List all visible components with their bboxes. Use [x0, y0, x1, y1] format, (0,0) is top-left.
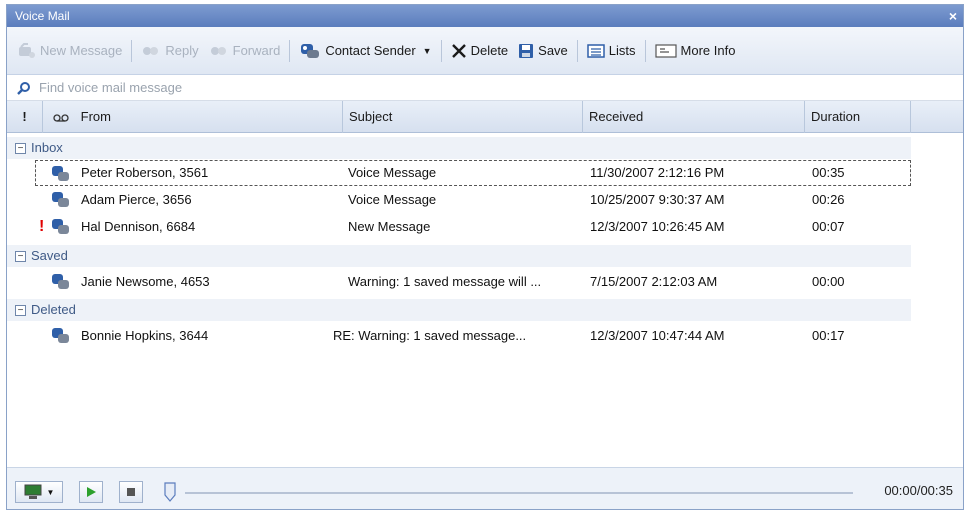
collapse-icon[interactable]: −: [15, 142, 26, 154]
table-row[interactable]: Bonnie Hopkins, 3644 RE: Warning: 1 save…: [7, 323, 911, 349]
from-cell: Peter Roberson, 3561: [81, 165, 209, 180]
subject-cell: New Message: [348, 219, 431, 234]
forward-icon: [210, 46, 226, 55]
contact-sender-button[interactable]: Contact Sender ▼: [294, 38, 436, 64]
playback-progress-track: [185, 492, 853, 494]
search-input[interactable]: [39, 80, 439, 95]
play-icon: [87, 487, 96, 497]
lists-button[interactable]: Lists: [582, 38, 641, 64]
collapse-icon[interactable]: −: [15, 304, 26, 316]
group-label: Deleted: [31, 302, 76, 317]
new-message-label: New Message: [40, 43, 123, 58]
search-icon: [17, 81, 30, 95]
received-cell: 12/3/2007 10:26:45 AM: [590, 219, 725, 234]
save-label: Save: [538, 43, 568, 58]
subject-cell: Voice Message: [348, 192, 437, 207]
delete-icon: [451, 43, 466, 58]
playback-bar: ▼ 00:00/00:35: [7, 467, 963, 509]
new-message-button[interactable]: New Message: [13, 38, 127, 64]
duration-cell: 00:35: [812, 165, 845, 180]
toolbar-separator: [289, 39, 291, 62]
save-icon: [519, 43, 534, 58]
computer-icon: [24, 484, 42, 499]
more-info-button[interactable]: More Info: [650, 38, 741, 64]
received-cell: 12/3/2007 10:47:44 AM: [590, 328, 725, 343]
more-info-icon: [654, 43, 677, 58]
title-bar: Voice Mail ×: [7, 5, 963, 27]
subject-cell: Warning: 1 saved message will ...: [348, 274, 542, 289]
forward-label: Forward: [232, 43, 281, 58]
duration-cell: 00:26: [812, 192, 845, 207]
received-cell: 11/30/2007 2:12:16 PM: [590, 165, 725, 180]
voice-message-icon: [52, 219, 69, 234]
table-row[interactable]: Janie Newsome, 4653 Warning: 1 saved mes…: [7, 269, 911, 295]
group-header-saved[interactable]: − Saved: [7, 245, 911, 267]
collapse-icon[interactable]: −: [15, 250, 26, 262]
subject-cell: RE: Warning: 1 saved message...: [333, 328, 527, 343]
toolbar-separator: [576, 39, 578, 62]
received-column-header[interactable]: Received: [583, 101, 805, 133]
new-message-icon: [19, 42, 35, 58]
subject-cell: Voice Message: [348, 165, 437, 180]
lists-icon: [587, 43, 605, 58]
voicemail-icon: [53, 113, 69, 122]
lists-label: Lists: [608, 43, 636, 58]
reply-icon: [143, 46, 159, 55]
voice-message-icon: [52, 192, 69, 207]
save-button[interactable]: Save: [513, 38, 573, 64]
voice-message-icon: [52, 274, 69, 289]
toolbar: New Message Reply Forward Contact Sender…: [7, 27, 963, 75]
table-row[interactable]: Adam Pierce, 3656 Voice Message 10/25/20…: [7, 187, 911, 213]
playback-slider-handle[interactable]: [164, 482, 176, 502]
window-title: Voice Mail: [15, 9, 70, 23]
table-row[interactable]: Peter Roberson, 3561 Voice Message 11/30…: [35, 160, 911, 186]
toolbar-separator: [440, 39, 442, 62]
group-label: Inbox: [31, 140, 63, 155]
message-list: − Inbox Peter Roberson, 3561 Voice Messa…: [7, 133, 963, 467]
group-label: Saved: [31, 248, 68, 263]
from-cell: Janie Newsome, 4653: [81, 274, 210, 289]
close-icon[interactable]: ×: [949, 5, 957, 27]
voice-message-icon: [52, 166, 69, 181]
group-header-inbox[interactable]: − Inbox: [7, 137, 911, 159]
toolbar-separator: [644, 39, 646, 62]
column-header: ! From Subject Received Duration: [7, 101, 963, 133]
received-cell: 10/25/2007 9:30:37 AM: [590, 192, 725, 207]
urgent-icon: !: [39, 218, 45, 235]
more-info-label: More Info: [680, 43, 736, 58]
from-column-header[interactable]: From: [43, 101, 343, 133]
reply-button[interactable]: Reply: [136, 38, 203, 64]
forward-button[interactable]: Forward: [204, 38, 286, 64]
play-button[interactable]: [79, 481, 103, 503]
from-cell: Bonnie Hopkins, 3644: [81, 328, 209, 343]
audio-device-dropdown[interactable]: ▼: [15, 481, 63, 503]
chevron-down-icon: ▼: [46, 487, 55, 497]
search-bar: [7, 75, 963, 101]
toolbar-separator: [131, 39, 133, 62]
table-row[interactable]: ! Hal Dennison, 6684 New Message 12/3/20…: [7, 214, 911, 240]
playback-time: 00:00/00:35: [884, 483, 953, 498]
stop-icon: [127, 488, 135, 496]
duration-cell: 00:07: [812, 219, 845, 234]
received-cell: 7/15/2007 2:12:03 AM: [590, 274, 718, 289]
duration-cell: 00:17: [812, 328, 845, 343]
from-column-label: From: [80, 109, 111, 124]
delete-button[interactable]: Delete: [446, 38, 514, 64]
voice-mail-window: Voice Mail × New Message Reply Forward C…: [6, 4, 964, 510]
delete-label: Delete: [470, 43, 509, 58]
voice-message-icon: [52, 328, 69, 343]
priority-column-header[interactable]: !: [7, 101, 43, 133]
chevron-down-icon[interactable]: ▼: [423, 46, 432, 56]
duration-cell: 00:00: [812, 274, 845, 289]
duration-column-header[interactable]: Duration: [805, 101, 911, 133]
from-cell: Hal Dennison, 6684: [81, 219, 196, 234]
subject-column-header[interactable]: Subject: [343, 101, 583, 133]
contact-sender-label: Contact Sender: [325, 43, 416, 58]
from-cell: Adam Pierce, 3656: [81, 192, 192, 207]
reply-label: Reply: [165, 43, 199, 58]
group-header-deleted[interactable]: − Deleted: [7, 299, 911, 321]
stop-button[interactable]: [119, 481, 143, 503]
contact-sender-icon: [301, 43, 320, 58]
